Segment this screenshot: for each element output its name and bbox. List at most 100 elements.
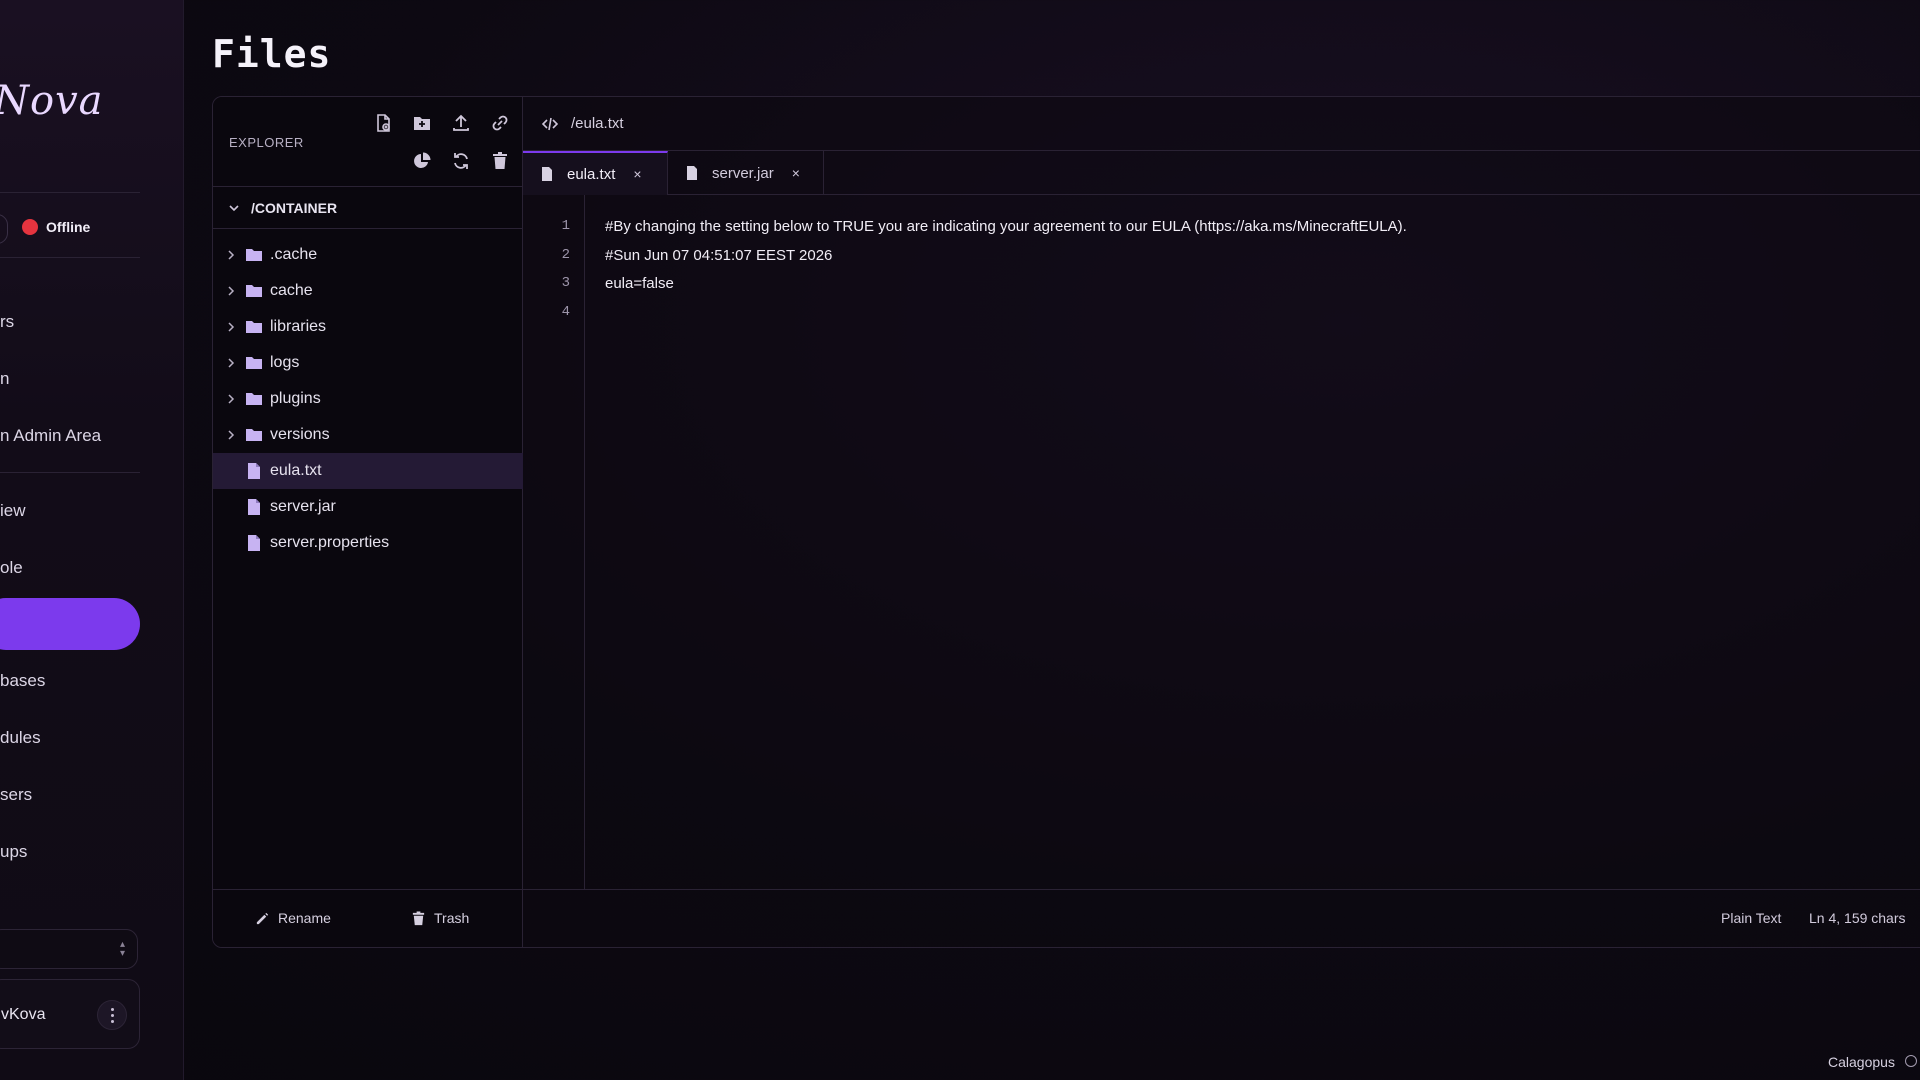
nav-item-databases[interactable]: bases: [0, 671, 45, 691]
folder-label: plugins: [270, 390, 321, 407]
line-number: 1: [561, 218, 570, 234]
nav-item-servers[interactable]: rs: [0, 312, 14, 332]
disk-usage-icon[interactable]: [410, 149, 434, 173]
user-card[interactable]: vKova: [0, 979, 140, 1049]
folder-icon: [246, 321, 262, 333]
chevron-right-icon: [228, 394, 235, 404]
rename-button[interactable]: Rename: [255, 910, 331, 926]
trash-icon[interactable]: [488, 149, 512, 173]
footer-brand[interactable]: Calagopus: [1828, 1054, 1895, 1070]
cursor-position: Ln 4, 159 chars: [1809, 910, 1906, 926]
tab-label: server.jar: [712, 164, 774, 182]
folder-icon: [246, 357, 262, 369]
chevron-down-icon: [229, 204, 239, 211]
chevron-right-icon: [228, 358, 235, 368]
nav-item-overview[interactable]: iew: [0, 501, 26, 521]
user-name: vKova: [1, 1006, 46, 1023]
code-line[interactable]: eula=false: [605, 275, 674, 292]
folder-row[interactable]: logs: [213, 345, 523, 381]
chevron-right-icon: [228, 286, 235, 296]
file-icon: [248, 463, 260, 479]
file-manager-panel: EXPLORER /CONTAINER .cache cache librari…: [212, 96, 1920, 948]
sidebar-divider: [0, 472, 140, 473]
info-icon[interactable]: [1905, 1055, 1917, 1067]
file-row-selected[interactable]: eula.txt: [213, 453, 523, 489]
chevron-right-icon: [228, 430, 235, 440]
server-status-label: Offline: [46, 219, 91, 235]
explorer-title: EXPLORER: [229, 135, 304, 150]
file-label: server.jar: [270, 498, 336, 515]
server-status-pill: [0, 214, 8, 244]
file-path-bar: /eula.txt: [523, 97, 1920, 151]
nav-item-backups[interactable]: ups: [0, 842, 27, 862]
offline-status-dot-icon: [22, 219, 38, 235]
brand-logo[interactable]: Nova: [0, 78, 104, 124]
folder-label: libraries: [270, 318, 327, 335]
new-folder-icon[interactable]: [410, 111, 434, 135]
line-number-gutter: 1 2 3 4: [523, 195, 585, 889]
code-line[interactable]: #By changing the setting below to TRUE y…: [605, 218, 1407, 235]
nav-item-console[interactable]: ole: [0, 558, 23, 578]
refresh-icon[interactable]: [449, 149, 473, 173]
folder-label: cache: [270, 282, 313, 299]
code-line[interactable]: #Sun Jun 07 04:51:07 EEST 2026: [605, 247, 832, 264]
rename-label: Rename: [278, 910, 331, 926]
line-number: 2: [561, 247, 570, 263]
trash-button[interactable]: Trash: [411, 910, 469, 926]
explorer-pane: EXPLORER /CONTAINER .cache cache librari…: [213, 97, 523, 947]
sidebar-divider: [0, 192, 140, 193]
file-label: server.properties: [270, 534, 390, 551]
file-icon: [248, 499, 260, 515]
pencil-icon: [256, 912, 269, 924]
more-options-icon[interactable]: [97, 1000, 127, 1030]
sidebar: Nova Offline rs n n Admin Area iew ole b…: [0, 0, 184, 1080]
folder-row[interactable]: cache: [213, 273, 523, 309]
page-title: Files: [212, 32, 332, 76]
folder-row[interactable]: plugins: [213, 381, 523, 417]
editor-status-bar: Plain Text Ln 4, 159 chars: [523, 889, 1920, 947]
trash-icon: [412, 910, 425, 925]
sidebar-divider: [0, 257, 140, 258]
upload-icon[interactable]: [449, 111, 473, 135]
line-number: 3: [561, 275, 570, 291]
folder-label: logs: [270, 354, 300, 371]
chevron-right-icon: [228, 250, 235, 260]
file-icon: [542, 167, 552, 181]
nav-item-users[interactable]: sers: [0, 785, 32, 805]
folder-icon: [246, 249, 262, 261]
folder-icon: [246, 393, 262, 405]
tab-server-jar[interactable]: server.jar ×: [668, 151, 824, 195]
nav-item-schedules[interactable]: dules: [0, 728, 41, 748]
nav-item-account[interactable]: n: [0, 369, 9, 389]
folder-label: .cache: [270, 246, 318, 263]
root-folder-row[interactable]: /CONTAINER: [213, 187, 523, 229]
code-icon: [541, 117, 559, 130]
explorer-footer: Rename Trash: [213, 889, 523, 947]
server-select[interactable]: ▴ ▾: [0, 929, 138, 969]
folder-row[interactable]: .cache: [213, 237, 523, 273]
file-row[interactable]: server.properties: [213, 525, 523, 561]
folder-icon: [246, 429, 262, 441]
root-folder-label: /CONTAINER: [251, 199, 338, 216]
link-icon[interactable]: [488, 111, 512, 135]
file-row[interactable]: server.jar: [213, 489, 523, 525]
trash-label: Trash: [434, 910, 470, 926]
file-path: /eula.txt: [571, 115, 624, 132]
server-status: Offline: [22, 219, 90, 235]
line-number: 4: [561, 304, 570, 320]
file-icon: [687, 166, 697, 180]
tab-eula-txt[interactable]: eula.txt ×: [523, 151, 668, 195]
close-tab-icon[interactable]: ×: [633, 166, 641, 182]
chevron-right-icon: [228, 322, 235, 332]
file-label: eula.txt: [270, 462, 322, 479]
file-icon: [248, 535, 260, 551]
folder-row[interactable]: libraries: [213, 309, 523, 345]
nav-item-files-active[interactable]: [0, 598, 140, 650]
tab-label: eula.txt: [567, 165, 616, 183]
language-mode[interactable]: Plain Text: [1721, 910, 1781, 926]
new-file-icon[interactable]: [371, 111, 395, 135]
folder-row[interactable]: versions: [213, 417, 523, 453]
nav-item-admin-area[interactable]: n Admin Area: [0, 426, 101, 446]
editor-tabs: eula.txt × server.jar ×: [523, 151, 1920, 195]
close-tab-icon[interactable]: ×: [792, 165, 800, 181]
